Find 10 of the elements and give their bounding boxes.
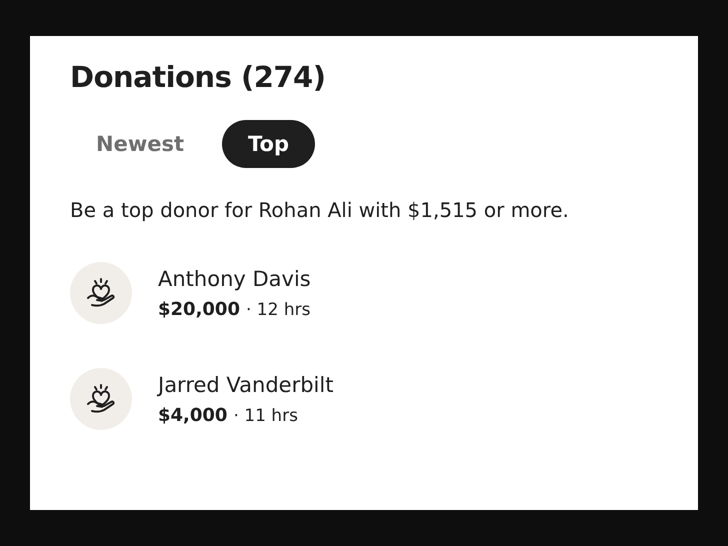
donor-name: Anthony Davis [158,266,311,290]
top-donor-message: Be a top donor for Rohan Ali with $1,515 or more. [70,198,570,222]
section-title: Donations (274) [70,60,326,94]
donation-time: · 12 hrs [246,300,310,320]
donation-time: · 11 hrs [233,406,298,426]
donation-amount: $20,000 [158,298,240,320]
tab[interactable]: Top [222,120,315,168]
donor-name: Jarred Vanderbilt [158,372,334,396]
donation-amount: $4,000 [158,404,228,426]
tab[interactable]: Newest [70,120,210,168]
